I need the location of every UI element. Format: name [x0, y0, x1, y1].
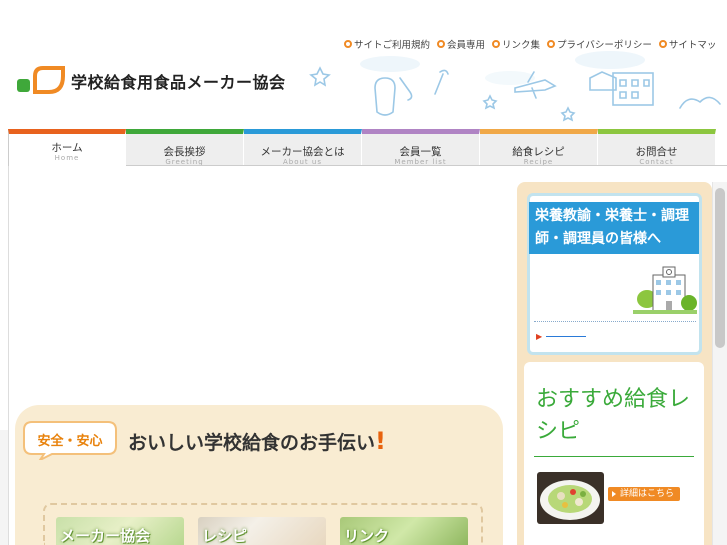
bullet-icon: [344, 40, 352, 48]
tab-greeting[interactable]: 会長挨拶 Greeting: [126, 129, 244, 166]
left-margin: [0, 430, 8, 545]
arrow-right-icon: ▶: [536, 332, 543, 341]
card-link[interactable]: リンク: [340, 517, 468, 545]
scrollbar-thumb[interactable]: [715, 188, 725, 348]
site-title: 学校給食用食品メーカー協会: [71, 73, 286, 92]
page-scrollbar[interactable]: [712, 182, 727, 545]
safety-badge: 安全・安心: [22, 418, 118, 460]
safety-badge-text: 安全・安心: [37, 434, 103, 449]
recipe-detail-button[interactable]: 詳細はこちら: [608, 487, 681, 501]
tab-member-list[interactable]: 会員一覧 Member list: [362, 129, 480, 166]
card-maker-association[interactable]: メーカー協会: [56, 517, 184, 545]
tab-contact[interactable]: お問合せ Contact: [598, 129, 716, 166]
sidebar-divider: [534, 321, 696, 322]
bullet-icon: [547, 40, 556, 48]
tab-home[interactable]: ホーム Home: [8, 129, 126, 166]
recipe-title-underline: [534, 456, 694, 457]
global-nav: ホーム Home 会長挨拶 Greeting メーカー協会とは About us…: [8, 129, 727, 166]
staff-info-link[interactable]: ▶: [536, 332, 587, 342]
link-underline: [546, 336, 587, 337]
site-header: サイトご利用規約 会員専用 リンク集 プライバシーポリシー サイトマッ 学校給食…: [0, 0, 727, 130]
school-building-icon: [633, 266, 697, 314]
header-illustration-icon: [309, 51, 721, 122]
bullet-icon: [492, 40, 501, 48]
staff-info-title[interactable]: 栄養教諭・栄養士・調理師・調理員の皆様へ: [529, 202, 699, 254]
hero-slogan: おいしい学校給食のお手伝い!: [128, 427, 386, 455]
tab-recipe[interactable]: 給食レシピ Recipe: [480, 129, 598, 166]
bullet-icon: [437, 40, 446, 48]
card-recipe[interactable]: レシピ: [198, 517, 326, 545]
bullet-icon: [658, 40, 667, 48]
logo-mark-icon: [17, 66, 65, 94]
recipe-photo[interactable]: [537, 472, 604, 524]
site-logo[interactable]: 学校給食用食品メーカー協会: [15, 66, 286, 96]
recommended-recipe-title: おすすめ給食レシピ: [536, 387, 691, 444]
tab-about[interactable]: メーカー協会とは About us: [244, 129, 362, 166]
